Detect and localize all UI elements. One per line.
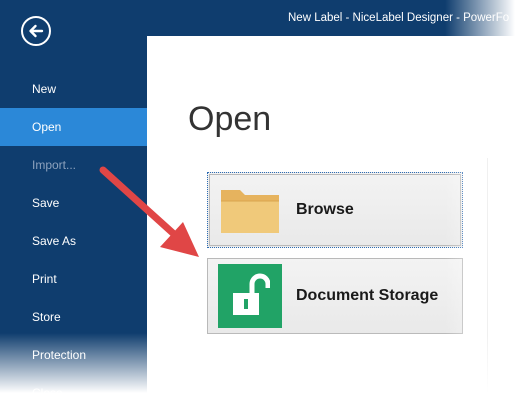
browse-button[interactable]: Browse (207, 172, 463, 248)
backstage-menu: New Open Import... Save Save As Print St… (0, 70, 147, 393)
app-window: New Open Import... Save Save As Print St… (0, 0, 515, 393)
menu-item-close[interactable]: Close (0, 374, 147, 393)
document-storage-button[interactable]: Document Storage (207, 258, 463, 334)
menu-item-protection[interactable]: Protection (0, 336, 147, 374)
menu-item-save-as[interactable]: Save As (0, 222, 147, 260)
menu-item-save[interactable]: Save (0, 184, 147, 222)
menu-item-import[interactable]: Import... (0, 146, 147, 184)
window-title: New Label - NiceLabel Designer - PowerFo (288, 12, 510, 24)
divider (487, 158, 488, 393)
back-arrow-icon (29, 24, 44, 38)
back-button[interactable] (21, 16, 51, 46)
menu-item-print[interactable]: Print (0, 260, 147, 298)
menu-item-new[interactable]: New (0, 70, 147, 108)
title-bar: New Label - NiceLabel Designer - PowerFo (147, 0, 515, 36)
unlocked-padlock-icon (218, 264, 282, 328)
backstage-content: Open Browse Document Storage (147, 36, 515, 393)
document-storage-label: Document Storage (296, 287, 439, 304)
browse-label: Browse (296, 201, 354, 218)
page-title: Open (188, 100, 272, 138)
menu-item-open[interactable]: Open (0, 108, 147, 146)
menu-item-store[interactable]: Store (0, 298, 147, 336)
folder-icon (218, 178, 282, 242)
backstage-sidebar: New Open Import... Save Save As Print St… (0, 0, 147, 393)
